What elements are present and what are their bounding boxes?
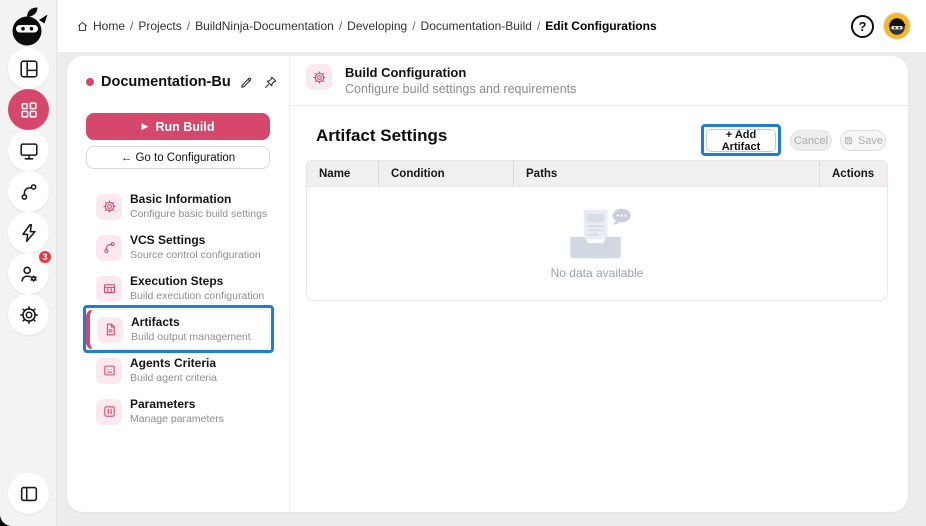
go-to-configuration-label: ← Go to Configuration	[120, 151, 236, 164]
content-card: Documentation-Bu... ▶ Run Build ← Go to …	[67, 56, 908, 512]
home-icon	[76, 20, 89, 33]
empty-inbox-icon	[570, 208, 631, 259]
breadcrumb-separator: /	[338, 19, 343, 33]
configuration-title-row: Documentation-Bu...	[86, 74, 278, 90]
section-title: Artifact Settings	[316, 126, 448, 145]
sidebar-item-dashboard[interactable]	[8, 48, 49, 89]
help-button[interactable]: ?	[851, 15, 874, 38]
table-icon	[96, 275, 122, 302]
robot-icon	[96, 357, 122, 384]
ninja-avatar-icon	[884, 13, 910, 39]
page-title: Build Configuration	[345, 65, 467, 80]
user-avatar[interactable]	[884, 13, 910, 39]
page-subtitle: Configure build settings and requirement…	[345, 82, 577, 96]
nav-item-desc: Build output management	[131, 331, 251, 344]
empty-state-text: No data available	[550, 266, 644, 280]
column-header-paths: Paths	[513, 161, 819, 186]
sidebar-item-agents[interactable]	[8, 130, 49, 171]
breadcrumb-current-page: Edit Configurations	[545, 19, 657, 33]
sidebar-item-activity[interactable]	[8, 212, 49, 253]
edit-title-button[interactable]	[239, 75, 254, 90]
configuration-panel: Documentation-Bu... ▶ Run Build ← Go to …	[67, 56, 290, 512]
user-settings-icon	[18, 263, 40, 285]
save-label: Save	[857, 134, 884, 147]
breadcrumb-separator: /	[186, 19, 191, 33]
lightning-icon	[18, 222, 40, 244]
breadcrumb-projects[interactable]: Projects	[138, 19, 181, 33]
column-header-condition: Condition	[378, 161, 513, 186]
pin-button[interactable]	[263, 75, 278, 90]
column-header-name: Name	[319, 167, 351, 180]
sidebar-collapse-button[interactable]	[8, 473, 49, 514]
breadcrumb-separator: /	[412, 19, 416, 33]
nav-item-desc: Configure basic build settings	[130, 208, 268, 221]
configuration-nav: Basic Information Configure basic build …	[86, 186, 270, 432]
nav-item-desc: Source control configuration	[130, 249, 261, 262]
main-content: Build Configuration Configure build sett…	[291, 56, 908, 512]
collapse-panel-icon	[18, 483, 40, 505]
layout-dashboard-icon	[18, 58, 40, 80]
gear-icon	[306, 64, 332, 90]
file-icon	[97, 316, 123, 343]
apps-grid-icon	[18, 99, 40, 121]
pencil-icon	[239, 75, 254, 90]
status-dot	[86, 78, 94, 86]
artifacts-table: Name Condition Paths Actions No data ava…	[306, 160, 888, 301]
settings-gear-icon	[18, 304, 40, 326]
notification-badge: 3	[37, 249, 53, 265]
nav-item-artifacts[interactable]: Artifacts Build output management	[86, 309, 270, 350]
pin-icon	[263, 75, 278, 90]
sidebar-rail: 3	[0, 0, 57, 526]
save-disk-icon	[843, 135, 854, 146]
nav-item-label: VCS Settings	[130, 233, 206, 247]
nav-item-label: Agents Criteria	[130, 356, 217, 370]
header-divider	[291, 105, 908, 106]
nav-item-desc: Build agent criteria	[130, 372, 217, 385]
breadcrumb-build[interactable]: Documentation-Build	[421, 19, 532, 33]
breadcrumb-separator: /	[130, 19, 134, 33]
cancel-button[interactable]: Cancel	[790, 130, 832, 151]
git-branch-icon	[18, 181, 40, 203]
nav-item-label: Artifacts	[131, 315, 180, 329]
run-build-button[interactable]: ▶ Run Build	[86, 113, 270, 140]
run-build-label: Run Build	[155, 119, 215, 134]
nav-item-label: Execution Steps	[130, 274, 224, 288]
nav-item-desc: Build execution configuration	[130, 290, 265, 303]
column-header-actions: Actions	[819, 161, 887, 186]
breadcrumb-home[interactable]: Home	[76, 19, 125, 33]
sidebar-item-users[interactable]: 3	[8, 249, 53, 294]
nav-item-agents-criteria[interactable]: Agents Criteria Build agent criteria	[86, 350, 270, 391]
breadcrumb: Home / Projects / BuildNinja-Documentati…	[76, 0, 657, 52]
git-branch-icon	[96, 234, 122, 261]
sidebar-item-projects[interactable]	[8, 89, 49, 130]
nav-item-label: Parameters	[130, 397, 196, 411]
buildninja-logo[interactable]	[6, 5, 50, 49]
sidebar-item-settings[interactable]	[8, 294, 49, 335]
sliders-icon	[96, 398, 122, 425]
breadcrumb-separator: /	[536, 19, 541, 33]
nav-item-vcs-settings[interactable]: VCS Settings Source control configuratio…	[86, 227, 270, 268]
breadcrumb-subproject[interactable]: Developing	[347, 19, 407, 33]
add-artifact-button[interactable]: + Add Artifact	[706, 129, 776, 153]
go-to-configuration-button[interactable]: ← Go to Configuration	[86, 146, 270, 169]
question-mark-icon: ?	[858, 19, 867, 34]
monitor-icon	[18, 140, 40, 162]
nav-item-execution-steps[interactable]: Execution Steps Build execution configur…	[86, 268, 270, 309]
app-screen: 3 Home / Projects / BuildNinja-Documenta…	[0, 0, 926, 526]
table-header-row: Name Condition Paths Actions	[307, 161, 887, 187]
nav-item-desc: Manage parameters	[130, 413, 224, 426]
sidebar-item-vcs[interactable]	[8, 171, 49, 212]
nav-item-basic-information[interactable]: Basic Information Configure basic build …	[86, 186, 270, 227]
play-icon: ▶	[141, 121, 149, 132]
nav-item-label: Basic Information	[130, 192, 232, 206]
topbar: Home / Projects / BuildNinja-Documentati…	[58, 0, 926, 52]
configuration-title: Documentation-Bu...	[101, 74, 230, 90]
breadcrumb-project[interactable]: BuildNinja-Documentation	[195, 19, 334, 33]
save-button[interactable]: Save	[840, 130, 886, 151]
ninja-logo-icon	[12, 7, 48, 46]
table-empty-state: No data available	[307, 187, 887, 300]
gear-icon	[96, 193, 122, 220]
breadcrumb-home-label: Home	[93, 19, 126, 33]
nav-item-parameters[interactable]: Parameters Manage parameters	[86, 391, 270, 432]
